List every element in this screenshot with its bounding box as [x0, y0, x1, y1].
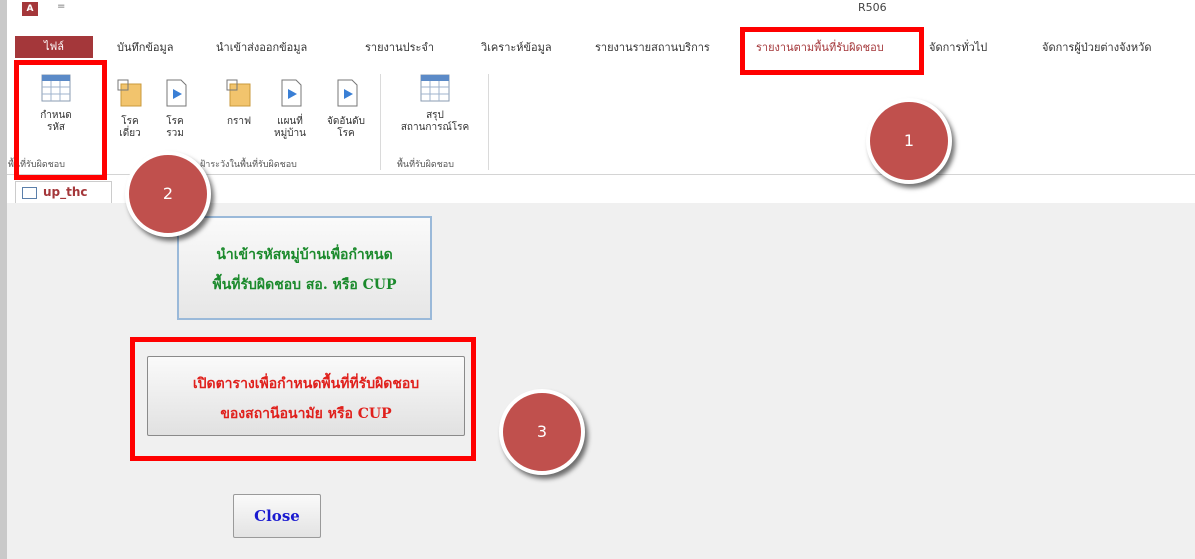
form-icon: [22, 186, 37, 199]
tab-record-data[interactable]: บันทึกข้อมูล: [117, 38, 174, 56]
graph-button[interactable]: กราฟ: [220, 78, 258, 128]
village-map-label: แผนที่: [277, 116, 303, 127]
report-arrow-icon: [281, 79, 302, 107]
combined-disease-label: โรค: [166, 116, 184, 127]
single-disease-label: โรค: [121, 116, 139, 127]
rank-disease-button[interactable]: จัดอันดับ โรค: [318, 78, 374, 140]
close-button[interactable]: Close: [233, 494, 321, 538]
rank-disease-label-2: โรค: [337, 128, 355, 139]
report-icon: [117, 79, 142, 107]
highlight-box-tab: [740, 27, 924, 75]
annotation-badge-3: 3: [499, 389, 585, 475]
table-icon: [420, 74, 450, 102]
disease-summary-label-2: สถานการณ์โรค: [400, 122, 470, 133]
import-village-code-button[interactable]: นำเข้ารหัสหมู่บ้านเพื่อกำหนด พื้นที่รับผ…: [177, 216, 432, 320]
village-map-label-2: หมู่บ้าน: [274, 128, 306, 139]
disease-summary-label: สรุป: [426, 110, 444, 121]
window-left-border: [0, 0, 7, 559]
tab-routine-reports[interactable]: รายงานประจำ: [365, 38, 434, 56]
single-disease-button[interactable]: โรค เดี่ยว: [113, 78, 147, 140]
tab-analyze-data[interactable]: วิเคราะห์ข้อมูล: [481, 38, 552, 56]
rank-disease-label: จัดอันดับ: [326, 116, 366, 127]
combined-disease-button[interactable]: โรค รวม: [158, 78, 192, 140]
combined-disease-label-2: รวม: [166, 128, 184, 139]
import-button-line1: นำเข้ารหัสหมู่บ้านเพื่อกำหนด: [216, 247, 393, 263]
form-tab-label: up_thc: [43, 185, 88, 199]
report-icon: [226, 79, 251, 107]
ribbon-separator: [488, 74, 489, 170]
disease-summary-button[interactable]: สรุป สถานการณ์โรค: [385, 74, 485, 134]
report-arrow-icon: [337, 79, 358, 107]
tab-general-management[interactable]: จัดการทั่วไป: [929, 38, 987, 56]
annotation-badge-2: 2: [125, 151, 211, 237]
group-label-area-2: พื้นที่รับผิดชอบ: [397, 160, 454, 170]
import-button-line2: พื้นที่รับผิดชอบ สอ. หรือ CUP: [212, 277, 397, 293]
form-tab-up-thc[interactable]: up_thc: [15, 181, 112, 204]
single-disease-label-2: เดี่ยว: [119, 128, 141, 139]
report-arrow-icon: [166, 79, 187, 107]
quick-access-toolbar[interactable]: =: [57, 1, 65, 12]
tab-facility-reports[interactable]: รายงานรายสถานบริการ: [595, 38, 710, 56]
tab-outside-patients[interactable]: จัดการผู้ป่วยต่างจังหวัด: [1042, 38, 1151, 56]
village-map-button[interactable]: แผนที่ หมู่บ้าน: [268, 78, 312, 140]
highlight-box-open-table: [130, 337, 476, 461]
annotation-badge-1: 1: [866, 98, 952, 184]
group-label-surveillance: ฝ้าระวังในพื้นที่รับผิดชอบ: [200, 160, 297, 170]
window-title: R506: [858, 1, 887, 14]
tab-import-export[interactable]: นำเข้าส่งออกข้อมูล: [216, 38, 307, 56]
access-app-icon[interactable]: A: [22, 2, 38, 16]
graph-label: กราฟ: [226, 116, 252, 127]
title-bar: [7, 0, 1195, 18]
ribbon-separator: [380, 74, 381, 170]
tab-file[interactable]: ไฟล์: [15, 36, 93, 58]
highlight-box-define-code: [14, 60, 107, 180]
